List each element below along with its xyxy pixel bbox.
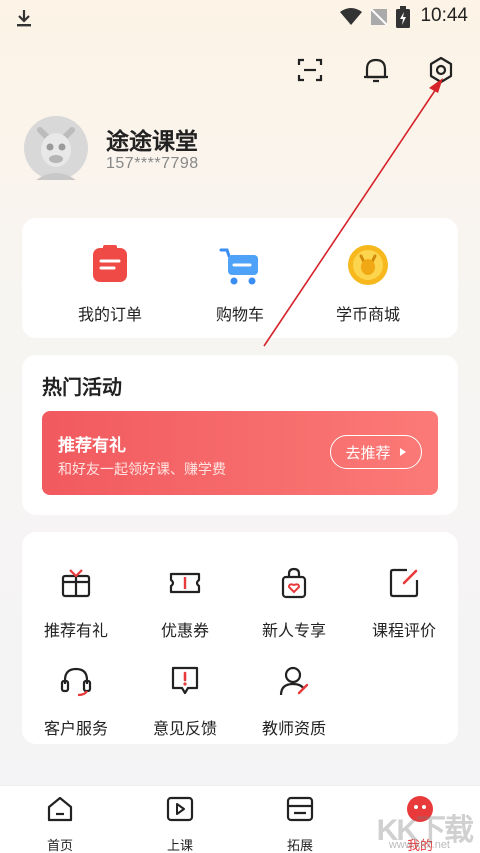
service-item-referral[interactable]: 推荐有礼 <box>21 566 131 641</box>
service-item-course-review[interactable]: 课程评价 <box>349 566 459 641</box>
play-icon <box>166 796 194 822</box>
service-item-feedback[interactable]: 意见反馈 <box>130 664 240 739</box>
tab-expand[interactable]: 拓展 <box>260 794 340 853</box>
quick-item-orders[interactable]: 我的订单 <box>50 244 170 325</box>
quick-item-label: 我的订单 <box>77 307 142 324</box>
service-item-customer-service[interactable]: 客户服务 <box>21 664 131 739</box>
teacher-icon <box>279 666 309 696</box>
no-signal-icon <box>370 8 388 26</box>
tab-label: 拓展 <box>286 838 313 853</box>
quick-item-coin-mall[interactable]: 学币商城 <box>308 244 428 325</box>
service-label: 教师资质 <box>261 721 326 738</box>
order-icon <box>93 245 127 282</box>
gift-icon <box>61 569 91 598</box>
coupon-icon <box>169 572 201 594</box>
refer-button[interactable]: 去推荐 <box>330 435 422 469</box>
newcomer-bag-icon <box>281 567 307 599</box>
banner-title: 推荐有礼 <box>58 436 126 455</box>
tab-label: 上课 <box>166 838 193 853</box>
cart-icon <box>219 248 258 285</box>
profile-phone: 157****7798 <box>106 155 199 172</box>
hot-activity-title: 热门活动 <box>42 377 122 399</box>
battery-icon <box>396 6 410 28</box>
service-item-coupon[interactable]: 优惠券 <box>130 566 240 641</box>
profile-name[interactable]: 途途课堂 <box>106 122 198 156</box>
service-item-teacher-credentials[interactable]: 教师资质 <box>239 664 349 739</box>
watermark-url: www.kkx.net <box>388 839 450 851</box>
settings-icon[interactable] <box>425 54 457 86</box>
quick-item-cart[interactable]: 购物车 <box>180 244 300 325</box>
hot-activity-card: 热门活动 推荐有礼 和好友一起领好课、赚学费 去推荐 <box>22 355 458 515</box>
headset-icon <box>60 667 92 697</box>
triangle-right-icon <box>399 448 406 456</box>
tab-home[interactable]: 首页 <box>20 794 100 853</box>
feedback-icon <box>171 666 199 695</box>
quick-actions-card: 我的订单 购物车 学币商城 <box>22 218 458 338</box>
home-icon <box>47 796 73 822</box>
referral-banner[interactable]: 推荐有礼 和好友一起领好课、赚学费 去推荐 <box>42 411 438 495</box>
expand-icon <box>286 796 314 822</box>
download-icon <box>17 10 31 27</box>
status-bar: 10:44 <box>0 0 480 34</box>
banner-subtitle: 和好友一起领好课、赚学费 <box>58 461 226 477</box>
scan-icon[interactable] <box>294 54 326 86</box>
bell-icon[interactable] <box>360 54 392 86</box>
service-label: 课程评价 <box>371 623 436 640</box>
edit-icon <box>389 568 419 598</box>
coin-mall-icon <box>348 245 388 285</box>
service-label: 推荐有礼 <box>43 623 108 640</box>
tab-class[interactable]: 上课 <box>140 794 220 853</box>
service-label: 客户服务 <box>43 721 108 738</box>
quick-item-label: 购物车 <box>215 307 264 324</box>
avatar[interactable] <box>24 116 88 180</box>
service-item-newcomer[interactable]: 新人专享 <box>239 566 349 641</box>
services-card: 推荐有礼 优惠券 新人专享 课程评价 客户服务 意见反馈 教师资质 <box>22 532 458 744</box>
service-label: 新人专享 <box>261 623 326 640</box>
quick-item-label: 学币商城 <box>335 307 400 324</box>
wifi-icon <box>340 8 362 25</box>
refer-button-label: 去推荐 <box>345 444 391 462</box>
service-label: 优惠券 <box>160 623 209 640</box>
status-time: 10:44 <box>420 5 468 26</box>
tab-label: 首页 <box>46 838 73 853</box>
service-label: 意见反馈 <box>152 721 217 738</box>
